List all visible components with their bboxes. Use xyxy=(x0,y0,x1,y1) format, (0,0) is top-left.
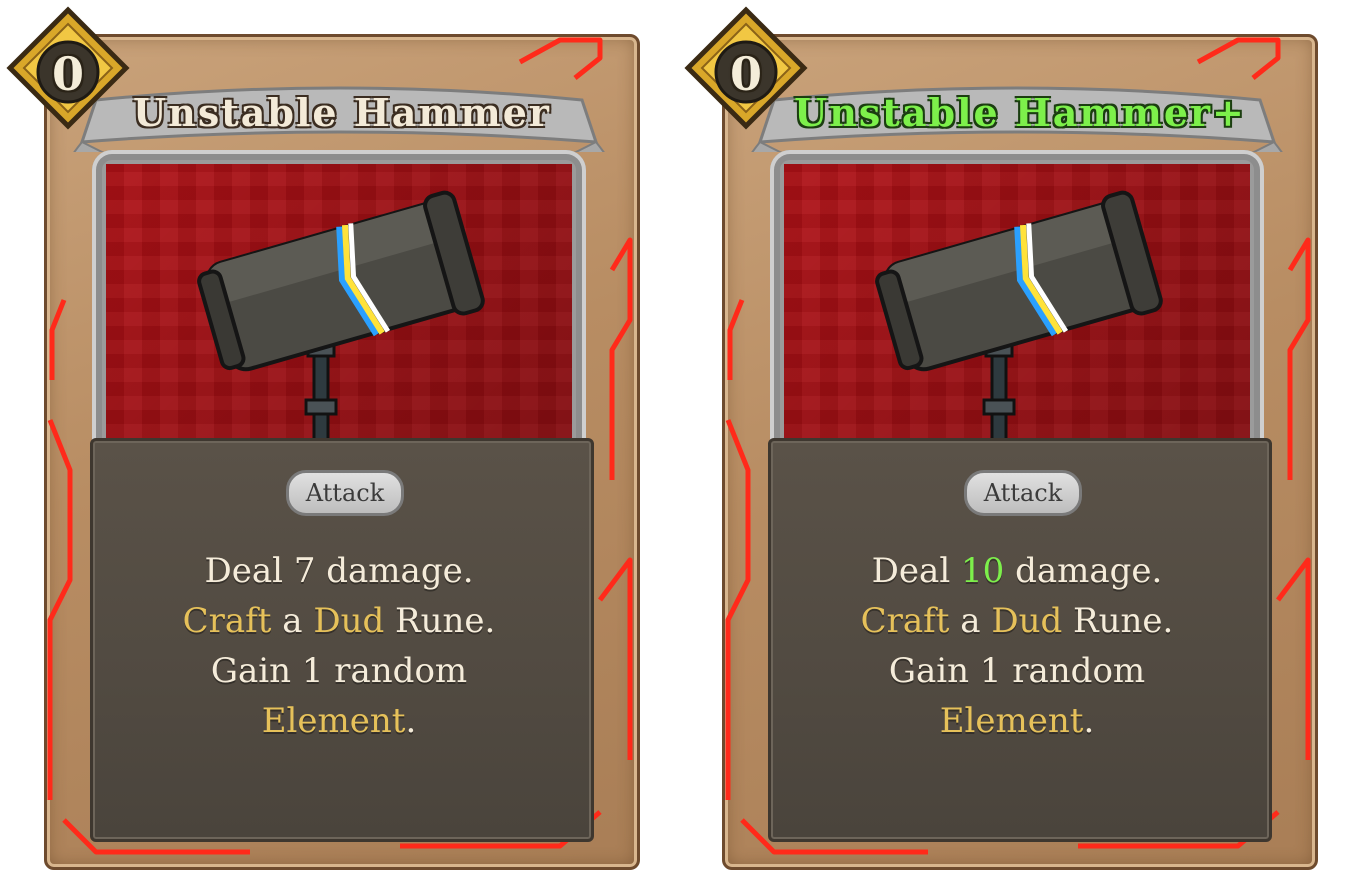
description-line-4: Element. xyxy=(261,701,417,741)
card-type-label: Attack xyxy=(964,470,1082,516)
card-title: Unstable Hammer xyxy=(133,90,551,135)
description-line-3: Gain 1 random xyxy=(210,651,468,691)
card-unstable-hammer-upgraded[interactable]: Unstable Hammer+ 0 Attack Deal 10 damage… xyxy=(678,0,1356,874)
card-description: Deal 7 damage. Craft a Dud Rune. Gain 1 … xyxy=(100,546,578,746)
description-line-4: Element. xyxy=(939,701,1095,741)
hammer-icon xyxy=(875,190,1163,480)
description-line-3: Gain 1 random xyxy=(888,651,1146,691)
card-description: Deal 10 damage. Craft a Dud Rune. Gain 1… xyxy=(778,546,1256,746)
card-art-frame xyxy=(770,150,1264,480)
damage-value: 7 xyxy=(293,551,316,591)
keyword-craft: Craft xyxy=(860,601,950,641)
card-unstable-hammer[interactable]: Unstable Hammer 0 Attack Deal 7 damage. … xyxy=(0,0,680,874)
keyword-dud: Dud xyxy=(991,601,1063,641)
description-line-1: Deal 10 damage. xyxy=(871,551,1163,591)
keyword-craft: Craft xyxy=(182,601,272,641)
keyword-element: Element xyxy=(261,701,406,741)
energy-cost: 0 xyxy=(729,47,762,101)
card-title: Unstable Hammer+ xyxy=(794,90,1246,135)
description-line-2: Craft a Dud Rune. xyxy=(860,601,1174,641)
hammer-icon xyxy=(197,190,485,480)
keyword-element: Element xyxy=(939,701,1084,741)
energy-cost: 0 xyxy=(51,47,84,101)
card-type-label: Attack xyxy=(286,470,404,516)
damage-value: 10 xyxy=(961,551,1005,591)
description-line-1: Deal 7 damage. xyxy=(204,551,474,591)
description-line-2: Craft a Dud Rune. xyxy=(182,601,496,641)
keyword-dud: Dud xyxy=(313,601,385,641)
card-art-frame xyxy=(92,150,586,480)
